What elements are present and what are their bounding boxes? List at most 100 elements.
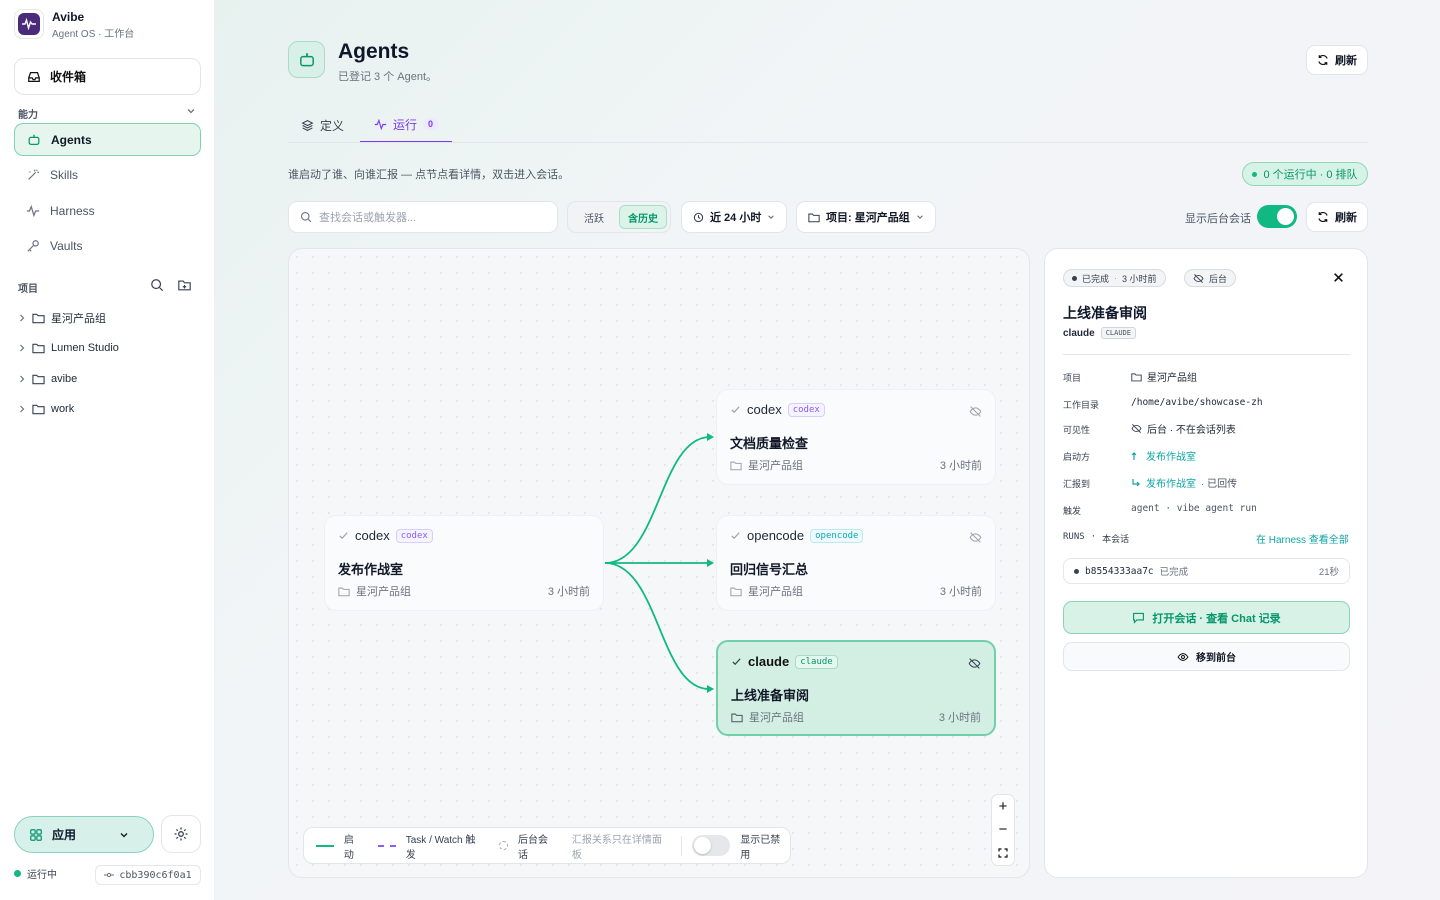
detail-key: 工作目录 xyxy=(1063,400,1100,410)
graph-node[interactable]: codex codex 发布作战室 星河产品组 3 小时前 xyxy=(324,515,604,611)
graph-refresh-button[interactable]: 刷新 xyxy=(1306,202,1368,232)
inbox-button[interactable]: 收件箱 xyxy=(14,58,201,95)
projects-label: 项目 xyxy=(18,284,38,295)
seg-active-option[interactable]: 活跃 xyxy=(571,205,617,229)
sidebar-item-skills[interactable]: Skills xyxy=(14,158,201,191)
chevron-down-icon[interactable] xyxy=(186,106,196,116)
legend-task-label: Task / Watch 触发 xyxy=(405,834,476,861)
search-icon[interactable] xyxy=(150,278,164,292)
sidebar-item-label: Vaults xyxy=(50,238,83,253)
chevron-down-icon xyxy=(120,832,128,837)
node-project: 星河产品组 xyxy=(338,583,411,599)
project-item[interactable]: 星河产品组 xyxy=(18,308,106,328)
refresh-icon xyxy=(1318,55,1328,65)
move-foreground-button[interactable]: 移到前台 xyxy=(1063,642,1350,671)
legend-task-line xyxy=(377,844,396,847)
tab-definitions[interactable]: 定义 xyxy=(301,107,344,143)
project-item[interactable]: avibe xyxy=(18,369,77,389)
graph-node-selected[interactable]: claude claude 上线准备审阅 星河产品组 3 小时前 xyxy=(716,640,996,736)
agent-graph-canvas[interactable]: codex codex 发布作战室 星河产品组 3 小时前 codex code… xyxy=(288,248,1030,878)
sidebar-item-label: Agents xyxy=(51,132,92,147)
fit-view-button[interactable] xyxy=(992,842,1014,865)
tabs-divider xyxy=(288,142,1368,143)
detail-report-link[interactable]: 发布作战室 xyxy=(1146,475,1196,490)
show-disabled-toggle[interactable] xyxy=(692,835,731,856)
detail-visibility-text: 后台 · 不在会话列表 xyxy=(1147,425,1236,436)
session-search-input[interactable]: 查找会话或触发器... xyxy=(288,201,558,233)
edge-arrow xyxy=(707,433,714,441)
node-project-label: 星河产品组 xyxy=(356,586,411,598)
legend-background-marker xyxy=(499,841,509,850)
edge-arrow xyxy=(707,685,714,693)
project-label: avibe xyxy=(51,373,78,385)
refresh-label: 刷新 xyxy=(1335,212,1357,224)
time-filter-dropdown[interactable]: 近 24 小时 xyxy=(681,201,788,233)
settings-button[interactable] xyxy=(161,815,201,853)
show-background-label: 显示后台会话 xyxy=(1185,213,1251,225)
status-dot xyxy=(14,870,21,877)
new-folder-icon[interactable] xyxy=(177,278,192,292)
node-agent-chip: codex xyxy=(787,402,825,417)
sidebar-item-vaults[interactable]: Vaults xyxy=(14,229,201,262)
node-task: 文档质量检查 xyxy=(730,436,809,451)
node-time: 3 小时前 xyxy=(939,586,982,598)
inbox-label: 收件箱 xyxy=(50,70,87,84)
zoom-in-button[interactable]: + xyxy=(992,795,1014,818)
layers-icon xyxy=(301,119,314,131)
run-status: 已完成 xyxy=(1159,567,1189,578)
project-filter-dropdown[interactable]: 项目: 星河产品组 xyxy=(796,201,936,233)
folder-icon xyxy=(730,461,742,470)
node-agent-chip: opencode xyxy=(810,528,864,543)
open-chat-button[interactable]: 打开会话 · 查看 Chat 记录 xyxy=(1063,601,1350,634)
sidebar-item-harness[interactable]: Harness xyxy=(14,194,201,227)
zoom-out-button[interactable]: − xyxy=(992,818,1014,841)
show-background-toggle[interactable] xyxy=(1257,205,1297,228)
project-label: work xyxy=(51,403,75,415)
zoom-controls: + − xyxy=(991,794,1015,866)
node-project: 星河产品组 xyxy=(731,709,804,725)
apps-button[interactable]: 应用 xyxy=(14,816,154,853)
activity-icon xyxy=(26,204,40,217)
graph-node[interactable]: codex codex 文档质量检查 星河产品组 3 小时前 xyxy=(716,389,996,485)
check-icon xyxy=(731,406,740,414)
detail-key: 启动方 xyxy=(1063,452,1091,462)
check-icon xyxy=(731,532,740,540)
run-row[interactable]: b8554333aa7c 已完成 21秒 xyxy=(1063,558,1350,584)
folder-icon xyxy=(1131,372,1142,381)
inbox-icon xyxy=(28,71,40,82)
graph-legend: 启动 Task / Watch 触发 后台会话 汇报关系只在详情面板 显示已禁用 xyxy=(303,827,791,864)
commit-badge[interactable]: cbb390c6f0a1 xyxy=(95,865,201,885)
eye-off-icon xyxy=(1193,273,1204,283)
graph-node[interactable]: opencode opencode 回归信号汇总 星河产品组 3 小时前 xyxy=(716,515,996,611)
node-project: 星河产品组 xyxy=(730,457,803,473)
session-detail-panel: 已完成 · 3 小时前 后台 上线准备审阅 claude CLAUDE 项目 星… xyxy=(1044,248,1368,878)
project-label: Lumen Studio xyxy=(51,342,119,354)
node-project-label: 星河产品组 xyxy=(748,460,803,472)
run-id: b8554333aa7c xyxy=(1085,565,1154,577)
header-refresh-button[interactable]: 刷新 xyxy=(1306,45,1368,75)
detail-agent-name: claude xyxy=(1063,327,1095,339)
running-status-text: 0 个运行中 · 0 排队 xyxy=(1263,169,1358,181)
legend-start-label: 启动 xyxy=(343,834,354,861)
tab-runs[interactable]: 运行 0 xyxy=(360,107,453,143)
status-dot xyxy=(1072,275,1077,281)
close-icon[interactable] xyxy=(1333,272,1344,283)
show-disabled-label: 显示已禁用 xyxy=(740,834,781,861)
detail-project-text: 星河产品组 xyxy=(1147,373,1197,384)
app-logo[interactable] xyxy=(14,9,44,39)
bot-icon xyxy=(299,52,314,66)
seg-history-option[interactable]: 含历史 xyxy=(619,205,667,229)
detail-launcher-link[interactable]: 发布作战室 xyxy=(1131,448,1196,463)
node-agent: codex xyxy=(747,402,782,417)
node-project-label: 星河产品组 xyxy=(749,712,804,724)
folder-icon xyxy=(731,713,743,722)
project-item[interactable]: work xyxy=(18,399,74,419)
detail-report-value: 发布作战室 · 已回传 xyxy=(1131,475,1237,490)
status-badge: 已完成 · 3 小时前 xyxy=(1063,269,1166,287)
page-title: Agents xyxy=(338,40,410,63)
apps-label: 应用 xyxy=(52,828,77,842)
harness-view-all-link[interactable]: 在 Harness 查看全部 xyxy=(1256,531,1349,546)
project-filter-value: 项目: 星河产品组 xyxy=(826,212,910,224)
sidebar-item-agents[interactable]: Agents xyxy=(14,123,201,156)
project-item[interactable]: Lumen Studio xyxy=(18,338,119,358)
